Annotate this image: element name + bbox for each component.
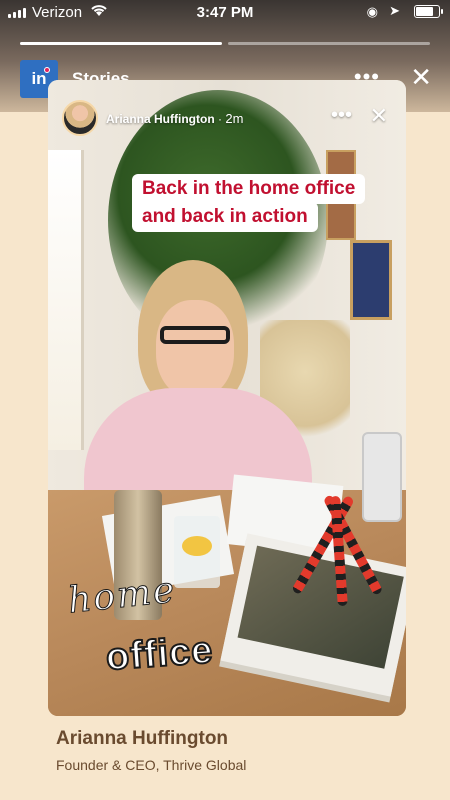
footer-author-role: Founder & CEO, Thrive Global	[56, 757, 247, 773]
caption-line-1: Back in the home office	[132, 174, 366, 204]
story-more-icon[interactable]: •••	[331, 104, 352, 127]
author-separator: ·	[218, 112, 222, 126]
person-glasses	[160, 326, 230, 344]
progress-segment-1	[20, 42, 222, 45]
scene-phone	[362, 432, 402, 522]
story-progress	[20, 42, 430, 45]
progress-segment-2	[228, 42, 430, 45]
story-age: 2m	[225, 111, 244, 126]
orientation-lock-icon: ◉	[366, 4, 378, 19]
story-author-bar: Arianna Huffington · 2m ••• ✕	[62, 100, 392, 140]
status-bar: Verizon 3:47 PM ◉ ➤	[0, 0, 450, 26]
home-office-sticker: home office	[66, 569, 258, 695]
progress-fill-1	[20, 42, 222, 45]
battery-icon	[414, 5, 443, 18]
sticker-script-text: home	[66, 569, 179, 622]
story-author[interactable]: Arianna Huffington · 2m	[106, 111, 243, 126]
story-card[interactable]: Arianna Huffington · 2m ••• ✕ Back in th…	[48, 80, 406, 716]
close-icon[interactable]: ✕	[410, 62, 432, 93]
person-face	[156, 300, 234, 398]
caption-line-2: and back in action	[132, 202, 318, 232]
avatar[interactable]	[62, 100, 98, 136]
footer-author-name[interactable]: Arianna Huffington	[56, 728, 228, 750]
clock: 3:47 PM	[196, 4, 254, 21]
scene-painting	[350, 240, 392, 320]
story-close-icon[interactable]: ✕	[370, 103, 388, 129]
author-name: Arianna Huffington	[106, 112, 215, 126]
location-icon: ➤	[389, 3, 400, 18]
sticker-bubble-text: office	[104, 628, 216, 679]
story-caption: Back in the home office and back in acti…	[132, 174, 366, 232]
notification-dot	[44, 67, 50, 73]
